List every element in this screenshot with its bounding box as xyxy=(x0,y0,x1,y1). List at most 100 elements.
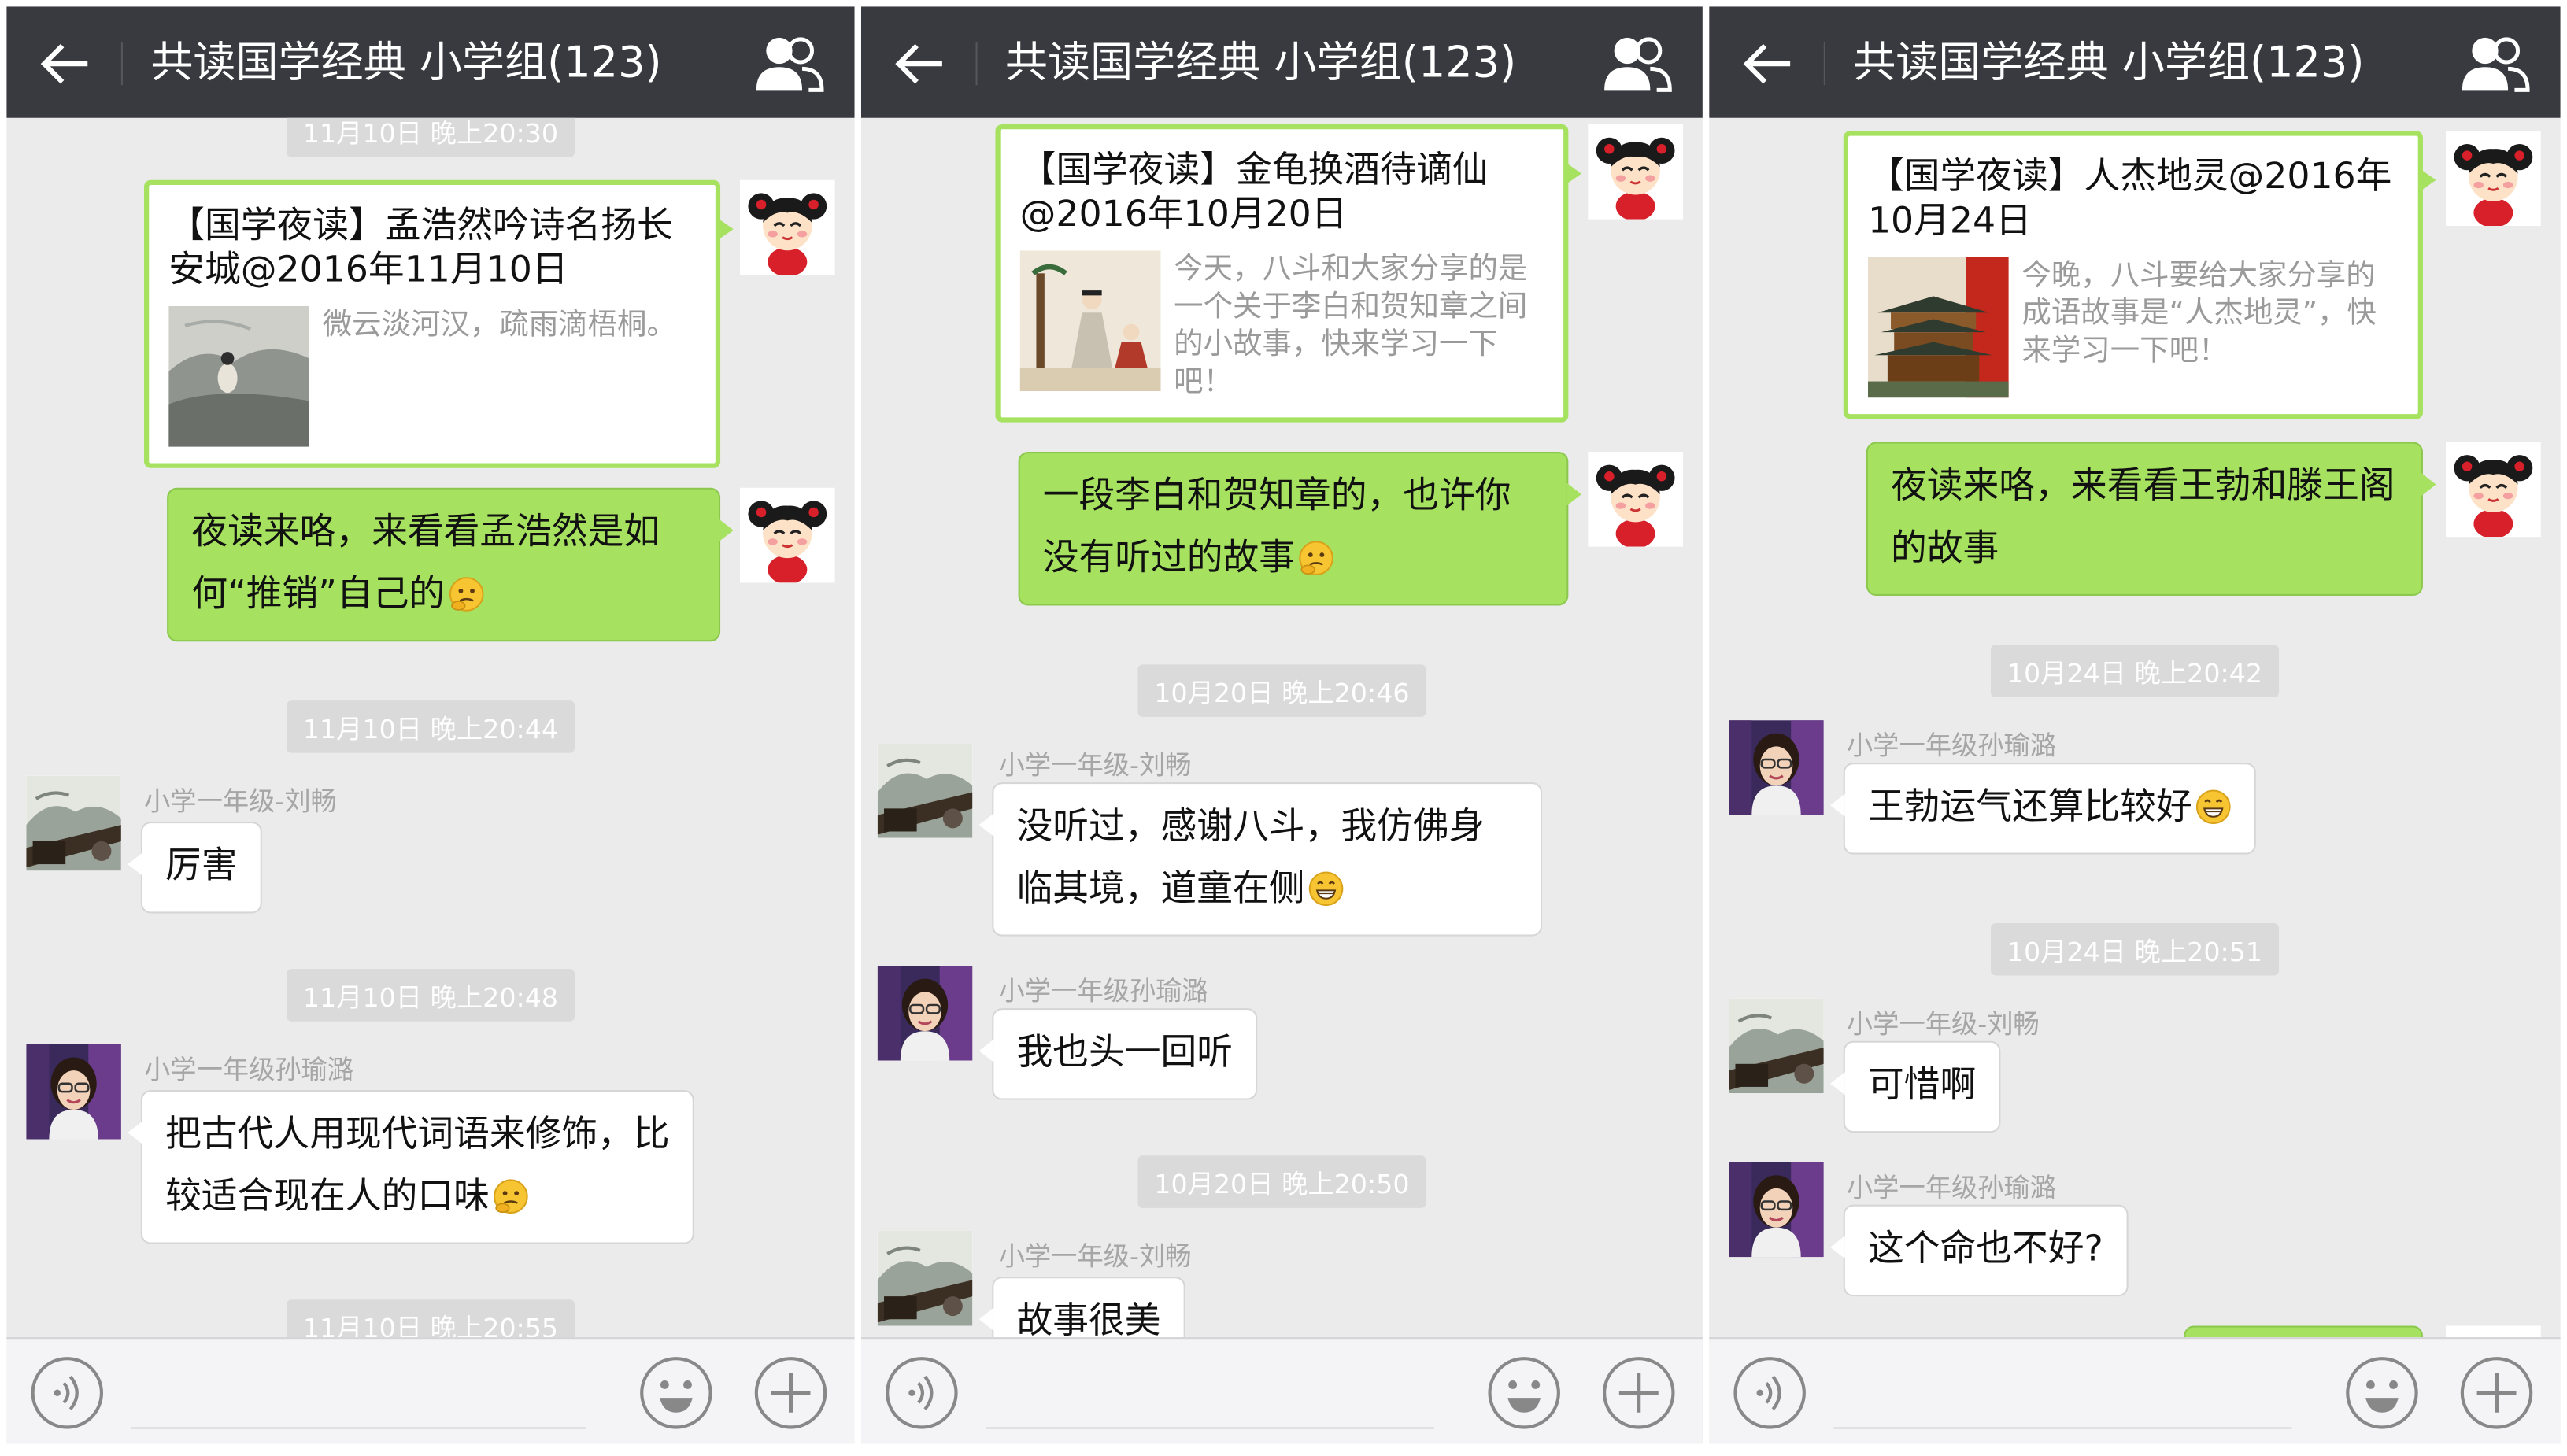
avatar[interactable] xyxy=(26,775,121,871)
timestamp: 10月24日 晚上20:51 xyxy=(1990,922,2279,976)
message-text: 厉害 xyxy=(165,846,238,888)
article-title: 【国学夜读】金龟换酒待谪仙@2016年10月20日 xyxy=(1019,150,1489,236)
chat-screen-3: 共读国学经典 小学组(123) 【国学夜读】人杰地灵@2016年10月24日 今… xyxy=(1709,6,2561,1444)
chat-title: 共读国学经典 小学组(123) xyxy=(150,39,662,89)
message-text: 王勃运气还算比较好 xyxy=(1867,787,2192,829)
avatar[interactable] xyxy=(2446,442,2541,538)
emoji-button-icon[interactable] xyxy=(1486,1355,1562,1431)
chat-header: 共读国学经典 小学组(123) xyxy=(860,6,1703,118)
message-bubble[interactable]: 把古代人用现代词语来修饰，比较适合现在人的口味 xyxy=(128,1090,694,1244)
header-divider xyxy=(975,42,978,86)
message-input[interactable] xyxy=(1833,1372,2292,1429)
more-options-plus-icon[interactable] xyxy=(2459,1355,2535,1431)
timestamp: 11月10日 晚上20:55 xyxy=(287,1299,575,1340)
avatar[interactable] xyxy=(1729,998,1824,1094)
message-text: 我也头一回听 xyxy=(1016,1033,1234,1074)
message-bubble[interactable]: 厉害 xyxy=(128,822,262,914)
more-options-plus-icon[interactable] xyxy=(1601,1355,1677,1431)
message-text: 可惜啊 xyxy=(1867,1065,1977,1107)
timestamp: 10月20日 晚上20:46 xyxy=(1137,664,1426,717)
grin-emoji-icon xyxy=(2195,789,2232,825)
avatar[interactable] xyxy=(1588,451,1683,547)
timestamp: 11月10日 晚上20:30 xyxy=(287,117,575,157)
more-options-plus-icon[interactable] xyxy=(753,1355,829,1431)
back-arrow-icon[interactable] xyxy=(1739,36,1795,92)
article-title: 【国学夜读】孟浩然吟诗名扬长安城@2016年11月10日 xyxy=(168,206,673,292)
sender-name: 小学一年级-刘畅 xyxy=(1846,1008,2040,1040)
message-bubble[interactable]: 一段李白和贺知章的，也许你没有听过的故事 xyxy=(1018,451,1581,606)
chat-header: 共读国学经典 小学组(123) xyxy=(1709,6,2561,118)
avatar[interactable] xyxy=(2446,131,2541,226)
message-input[interactable] xyxy=(131,1372,586,1429)
message-bubble[interactable]: 这个命也不好? xyxy=(1830,1204,2128,1297)
avatar[interactable] xyxy=(877,1230,973,1326)
group-members-icon[interactable] xyxy=(1601,35,1674,94)
message-bubble[interactable]: 故事很美 xyxy=(978,1277,1185,1340)
chat-header: 共读国学经典 小学组(123) xyxy=(6,6,855,118)
message-text: 夜读来咯，来看看王勃和滕王阁的故事 xyxy=(1891,466,2395,570)
thinking-emoji-icon xyxy=(493,1178,529,1214)
article-description: 微云淡河汉，疏雨滴梧桐。 xyxy=(322,307,676,342)
message-bubble[interactable]: 我也头一回听 xyxy=(978,1008,1258,1100)
message-text: 这个命也不好? xyxy=(1867,1229,2103,1270)
article-card[interactable]: 【国学夜读】金龟换酒待谪仙@2016年10月20日 今天，八斗和大家分享的是一个… xyxy=(995,124,1581,423)
sender-name: 小学一年级孙瑜潞 xyxy=(1846,730,2057,762)
message-input[interactable] xyxy=(985,1372,1434,1429)
chat-title: 共读国学经典 小学组(123) xyxy=(1004,39,1517,89)
article-card[interactable]: 【国学夜读】孟浩然吟诗名扬长安城@2016年11月10日 微云淡河汉，疏雨滴梧桐… xyxy=(144,179,734,468)
message-text: 没听过，感谢八斗，我仿佛身临其境，道童在侧 xyxy=(1016,807,1485,911)
sender-name: 小学一年级-刘畅 xyxy=(144,785,337,817)
avatar[interactable] xyxy=(1588,124,1683,220)
avatar[interactable] xyxy=(740,179,835,275)
group-members-icon[interactable] xyxy=(753,35,826,94)
chat-screen-2: 共读国学经典 小学组(123) 【国学夜读】金龟换酒待谪仙@2016年10月20… xyxy=(860,6,1703,1444)
input-bar xyxy=(1709,1337,2561,1444)
message-bubble[interactable]: 可惜啊 xyxy=(1830,1040,2001,1133)
sender-name: 小学一年级孙瑜潞 xyxy=(998,975,1208,1007)
chat-title: 共读国学经典 小学组(123) xyxy=(1853,39,2365,89)
sender-name: 小学一年级-刘畅 xyxy=(998,749,1192,782)
timestamp: 10月24日 晚上20:42 xyxy=(1990,645,2279,697)
avatar[interactable] xyxy=(740,487,835,583)
pavilion-thumbnail xyxy=(1868,257,2009,398)
chat-screen-1: 共读国学经典 小学组(123) 11月10日 晚上20:30 【国学夜读】孟浩然… xyxy=(6,6,855,1444)
header-divider xyxy=(1823,42,1825,86)
timestamp: 11月10日 晚上20:44 xyxy=(287,700,575,753)
message-list[interactable]: 【国学夜读】人杰地灵@2016年10月24日 今晚，八斗要给大家分享的成语故事是… xyxy=(1709,118,2560,1340)
message-bubble[interactable]: 夜读来咯，来看看王勃和滕王阁的故事 xyxy=(1866,442,2436,597)
group-members-icon[interactable] xyxy=(2459,35,2532,94)
emoji-button-icon[interactable] xyxy=(2344,1355,2420,1431)
message-bubble[interactable]: 没听过，感谢八斗，我仿佛身临其境，道童在侧 xyxy=(978,782,1543,937)
message-text: 把古代人用现代词语来修饰，比较适合现在人的口味 xyxy=(165,1114,670,1218)
header-divider xyxy=(120,42,123,86)
back-arrow-icon[interactable] xyxy=(890,36,946,92)
message-bubble[interactable]: 王勃运气还算比较好 xyxy=(1830,763,2256,855)
voice-input-icon[interactable] xyxy=(29,1355,105,1431)
message-text: 故事很美 xyxy=(1016,1301,1161,1340)
sender-name: 小学一年级孙瑜潞 xyxy=(144,1054,354,1085)
article-description: 今天，八斗和大家分享的是一个关于李白和贺知章之间的小故事，快来学习一下吧！ xyxy=(1174,252,1528,400)
ink-painting-thumbnail xyxy=(168,306,309,447)
voice-input-icon[interactable] xyxy=(1732,1355,1807,1431)
thinking-emoji-icon xyxy=(1298,540,1334,576)
back-arrow-icon[interactable] xyxy=(36,36,92,92)
article-card[interactable]: 【国学夜读】人杰地灵@2016年10月24日 今晚，八斗要给大家分享的成语故事是… xyxy=(1843,131,2436,419)
timestamp: 10月20日 晚上20:50 xyxy=(1137,1155,1426,1208)
message-text: 夜读来咯，来看看孟浩然是如何“推销”自己的 xyxy=(191,512,660,615)
message-list[interactable]: 11月10日 晚上20:30 【国学夜读】孟浩然吟诗名扬长安城@2016年11月… xyxy=(6,117,854,1340)
voice-input-icon[interactable] xyxy=(884,1355,960,1431)
input-bar xyxy=(860,1337,1703,1444)
grin-emoji-icon xyxy=(1308,870,1345,907)
figure-painting-thumbnail xyxy=(1020,250,1161,391)
avatar[interactable] xyxy=(26,1044,121,1140)
avatar[interactable] xyxy=(877,966,973,1061)
message-text: 一段李白和贺知章的，也许你没有听过的故事 xyxy=(1042,476,1511,580)
avatar[interactable] xyxy=(1729,1162,1824,1258)
sender-name: 小学一年级-刘畅 xyxy=(998,1240,1192,1272)
message-bubble[interactable]: 夜读来咯，来看看孟浩然是如何“推销”自己的 xyxy=(167,487,734,642)
avatar[interactable] xyxy=(877,743,973,838)
avatar[interactable] xyxy=(1729,720,1824,815)
article-title: 【国学夜读】人杰地灵@2016年10月24日 xyxy=(1867,157,2392,242)
message-list[interactable]: 【国学夜读】金龟换酒待谪仙@2016年10月20日 今天，八斗和大家分享的是一个… xyxy=(861,118,1703,1340)
emoji-button-icon[interactable] xyxy=(638,1355,714,1431)
